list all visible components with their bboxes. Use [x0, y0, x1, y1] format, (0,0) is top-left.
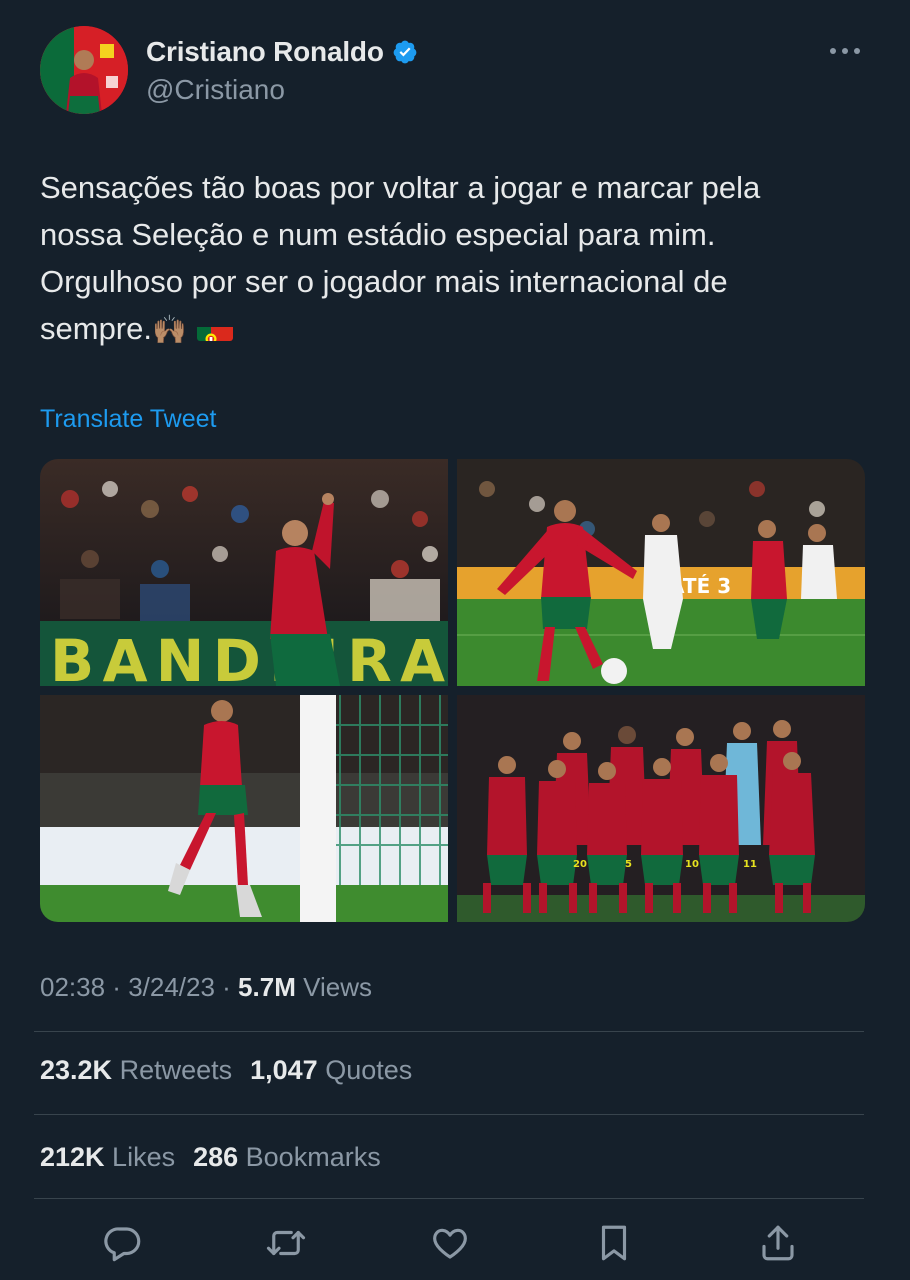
running-celebration-photo[interactable] [40, 695, 448, 922]
divider [34, 1114, 864, 1115]
translate-tweet-link[interactable]: Translate Tweet [40, 405, 216, 434]
like-icon [433, 1228, 467, 1259]
jersey-number: 5 [625, 859, 632, 870]
raised-hands-emoji-icon: 🙌🏽 [151, 314, 187, 345]
bookmark-icon [601, 1225, 627, 1261]
stats-row-shares: 23.2K Retweets 1,047 Quotes [40, 1055, 430, 1086]
quotes-label: Quotes [317, 1055, 413, 1085]
share-button[interactable] [756, 1221, 800, 1265]
tweet-text-line: nossa Seleção e num estádio especial par… [40, 217, 716, 252]
tweet-text-line: Sensações tão boas por voltar a jogar e … [40, 170, 761, 205]
jersey-number: 10 [685, 859, 699, 870]
like-button[interactable] [428, 1221, 472, 1265]
tweet-text-line: sempre. [40, 311, 152, 346]
tweet-text-last-line: sempre.🙌🏽 [40, 305, 870, 353]
quotes-stat[interactable]: 1,047 Quotes [250, 1055, 412, 1086]
quotes-count: 1,047 [250, 1055, 318, 1085]
more-options-icon[interactable] [830, 44, 860, 58]
author-name-row: Cristiano Ronaldo [146, 36, 418, 68]
tweet-text-line: Orgulhoso por ser o jogador mais interna… [40, 264, 728, 299]
views-count: 5.7M [238, 972, 296, 1002]
tweet-meta: 02:38 · 3/24/23 · 5.7M Views [40, 972, 372, 1003]
jersey-number: 11 [743, 859, 757, 870]
bookmark-button[interactable] [592, 1221, 636, 1265]
author-handle[interactable]: @Cristiano [146, 74, 285, 106]
portugal-flag-icon [196, 317, 233, 341]
advertising-board-text: BANDEIRA [50, 627, 445, 686]
reply-icon [104, 1227, 141, 1262]
likes-count: 212K [40, 1142, 105, 1172]
meta-separator: · [105, 972, 129, 1002]
verified-badge-icon [393, 40, 417, 64]
retweets-label: Retweets [112, 1055, 233, 1085]
bookmarks-count: 286 [193, 1142, 239, 1172]
divider [34, 1031, 864, 1032]
stats-row-engagement: 212K Likes 286 Bookmarks [40, 1142, 399, 1173]
likes-stat[interactable]: 212K Likes [40, 1142, 175, 1173]
bookmarks-stat[interactable]: 286 Bookmarks [193, 1142, 381, 1173]
divider [34, 1198, 864, 1199]
author-display-name[interactable]: Cristiano Ronaldo [146, 36, 384, 68]
tweet-date[interactable]: 3/24/23 [128, 972, 215, 1002]
views-label: Views [295, 972, 372, 1002]
action-bar [0, 1215, 910, 1271]
celebration-photo[interactable]: BANDEIRA [40, 459, 448, 686]
tweet-header: Cristiano Ronaldo @Cristiano [40, 26, 870, 116]
retweets-stat[interactable]: 23.2K Retweets [40, 1055, 232, 1086]
tweet-text: Sensações tão boas por voltar a jogar e … [40, 164, 870, 353]
avatar[interactable] [40, 26, 128, 114]
bookmarks-label: Bookmarks [238, 1142, 381, 1172]
team-photo[interactable]: 20 5 10 11 [457, 695, 865, 922]
share-icon [762, 1225, 794, 1261]
likes-label: Likes [104, 1142, 176, 1172]
media-grid: BANDEIRA ATÉ 3 [40, 459, 865, 922]
penalty-kick-photo[interactable]: ATÉ 3 [457, 459, 865, 686]
retweet-button[interactable] [264, 1221, 308, 1265]
retweet-icon [266, 1230, 306, 1256]
reply-button[interactable] [101, 1221, 145, 1265]
tweet-time[interactable]: 02:38 [40, 972, 105, 1002]
jersey-number: 20 [573, 859, 587, 870]
retweets-count: 23.2K [40, 1055, 113, 1085]
meta-separator: · [214, 972, 239, 1002]
